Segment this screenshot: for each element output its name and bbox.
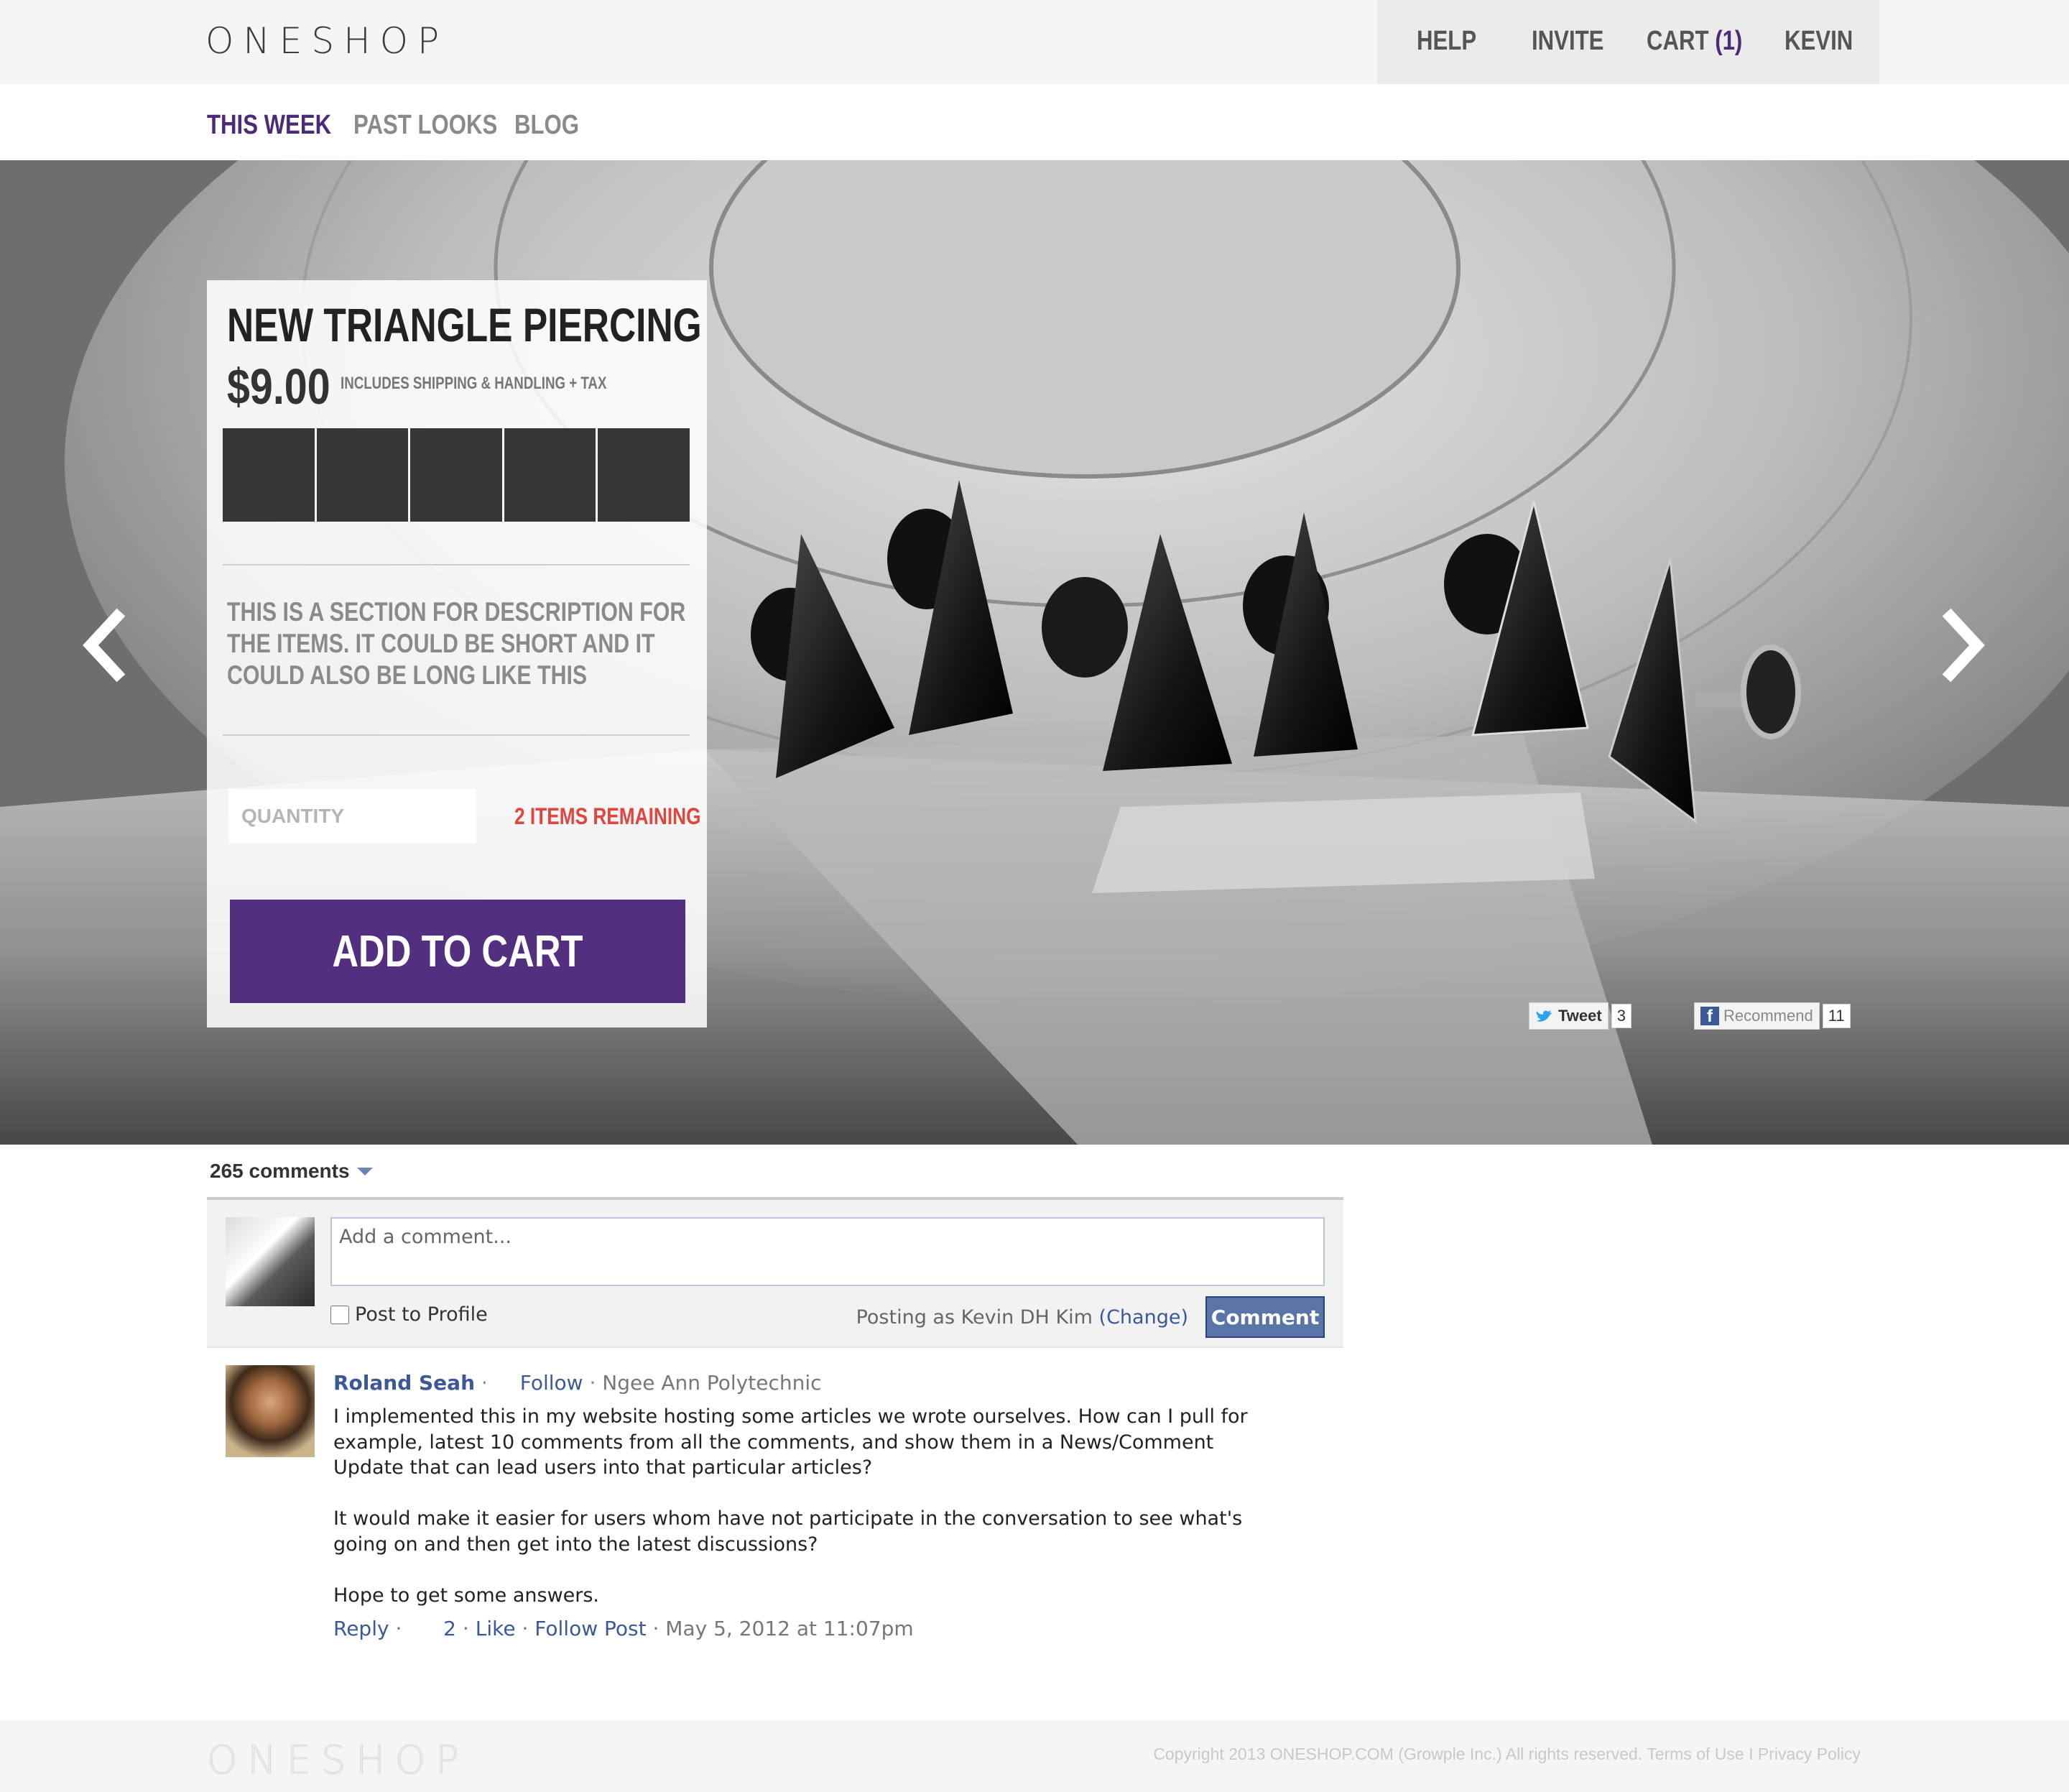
add-to-cart-label: ADD TO CART bbox=[332, 926, 583, 976]
recommend-widget: f Recommend 11 bbox=[1694, 1002, 1851, 1030]
chevron-right-icon bbox=[1942, 608, 1985, 683]
tweet-widget: Tweet 3 bbox=[1529, 1002, 1631, 1030]
quantity-input[interactable] bbox=[228, 789, 476, 844]
cart-count: (1) bbox=[1715, 26, 1743, 56]
comment-actions: Reply · 2 · Like · Follow Post · May 5, … bbox=[333, 1617, 914, 1640]
change-account-link[interactable]: (Change) bbox=[1099, 1306, 1188, 1329]
stock-remaining: 2 ITEMS REMAINING bbox=[514, 803, 701, 829]
divider bbox=[223, 734, 690, 736]
tweet-count: 3 bbox=[1611, 1004, 1631, 1028]
prev-arrow[interactable] bbox=[78, 606, 128, 685]
product-card: NEW TRIANGLE PIERCING $9.00 INCLUDES SHI… bbox=[207, 280, 707, 1027]
comment-submit-button[interactable]: Comment bbox=[1205, 1296, 1325, 1338]
facebook-icon: f bbox=[1700, 1007, 1719, 1025]
comment-body: I implemented this in my website hosting… bbox=[333, 1404, 1289, 1634]
comments-count: 265 comments bbox=[210, 1160, 373, 1183]
tweet-button[interactable]: Tweet bbox=[1529, 1002, 1609, 1030]
post-to-profile[interactable]: Post to Profile bbox=[330, 1303, 488, 1326]
product-description: THIS IS A SECTION FOR DESCRIPTION FOR TH… bbox=[227, 597, 686, 690]
twitter-bird-icon bbox=[1536, 1010, 1552, 1022]
user-nav: HELP INVITE CART (1) KEVIN bbox=[1377, 0, 1879, 84]
comment-input[interactable] bbox=[330, 1217, 1325, 1286]
like-link[interactable]: Like bbox=[476, 1617, 516, 1640]
next-arrow[interactable] bbox=[1940, 606, 1990, 685]
recommend-button[interactable]: f Recommend bbox=[1694, 1002, 1820, 1030]
separator: · bbox=[589, 1371, 596, 1395]
tab-this-week[interactable]: THIS WEEK bbox=[207, 110, 331, 141]
post-to-profile-checkbox[interactable] bbox=[330, 1305, 349, 1324]
comment-affiliation: Ngee Ann Polytechnic bbox=[602, 1371, 822, 1395]
copyright-text: Copyright 2013 ONESHOP.COM (Growple Inc.… bbox=[1153, 1745, 1643, 1763]
nav-invite[interactable]: INVITE bbox=[1532, 26, 1603, 57]
add-to-cart-button[interactable]: ADD TO CART bbox=[230, 900, 685, 1003]
cart-label: CART bbox=[1647, 26, 1709, 56]
separator: · bbox=[462, 1617, 476, 1640]
separator: · bbox=[652, 1617, 666, 1640]
copyright: Copyright 2013 ONESHOP.COM (Growple Inc.… bbox=[1153, 1745, 1861, 1764]
avatar[interactable] bbox=[226, 1365, 315, 1457]
comment-timestamp: May 5, 2012 at 11:07pm bbox=[665, 1617, 914, 1640]
swatch[interactable] bbox=[504, 428, 596, 522]
comment-author[interactable]: Roland Seah bbox=[333, 1371, 475, 1395]
nav-cart[interactable]: CART (1) bbox=[1647, 26, 1742, 57]
chevron-left-icon bbox=[83, 608, 126, 683]
comment-paragraph: I implemented this in my website hosting… bbox=[333, 1405, 1248, 1479]
avatar bbox=[226, 1217, 315, 1306]
nav-help[interactable]: HELP bbox=[1417, 26, 1476, 57]
separator: I bbox=[1749, 1745, 1754, 1763]
sort-dropdown-icon[interactable] bbox=[356, 1167, 373, 1176]
price-note: INCLUDES SHIPPING & HANDLING + TAX bbox=[341, 374, 607, 393]
divider bbox=[223, 564, 690, 565]
privacy-link[interactable]: Privacy Policy bbox=[1758, 1745, 1861, 1763]
product-title: NEW TRIANGLE PIERCING bbox=[227, 298, 702, 351]
recommend-count: 11 bbox=[1822, 1004, 1851, 1028]
swatch[interactable] bbox=[410, 428, 502, 522]
tab-past-looks[interactable]: PAST LOOKS bbox=[353, 110, 497, 141]
hero-banner: NEW TRIANGLE PIERCING $9.00 INCLUDES SHI… bbox=[0, 160, 2069, 1145]
swatch[interactable] bbox=[316, 428, 409, 522]
tab-blog[interactable]: BLOG bbox=[514, 110, 579, 141]
logo[interactable]: ONESHOP bbox=[205, 20, 448, 62]
nav-user[interactable]: KEVIN bbox=[1785, 26, 1853, 57]
comments-count-label: 265 comments bbox=[210, 1160, 350, 1182]
comment-header: Roland Seah · Follow · Ngee Ann Polytech… bbox=[333, 1371, 822, 1395]
top-bar: ONESHOP HELP INVITE CART (1) KEVIN bbox=[0, 0, 2069, 84]
footer-logo[interactable]: ONESHOP bbox=[207, 1737, 469, 1783]
posting-as-label: Posting as Kevin DH Kim bbox=[856, 1306, 1093, 1329]
posting-as: Posting as Kevin DH Kim (Change) bbox=[856, 1306, 1188, 1329]
product-price: $9.00 bbox=[227, 359, 330, 415]
section-nav: THIS WEEK PAST LOOKS BLOG bbox=[0, 84, 2069, 160]
comment-paragraph: Hope to get some answers. bbox=[333, 1584, 600, 1607]
footer: ONESHOP Copyright 2013 ONESHOP.COM (Grow… bbox=[0, 1720, 2069, 1792]
reply-link[interactable]: Reply bbox=[333, 1617, 389, 1640]
separator: · bbox=[481, 1371, 488, 1395]
comment-paragraph: It would make it easier for users whom h… bbox=[333, 1507, 1243, 1556]
swatch-strip bbox=[223, 428, 690, 522]
post-to-profile-label: Post to Profile bbox=[355, 1303, 488, 1326]
separator: · bbox=[395, 1617, 402, 1640]
comment-composer: Post to Profile Posting as Kevin DH Kim … bbox=[207, 1197, 1343, 1348]
swatch[interactable] bbox=[598, 428, 690, 522]
like-count[interactable]: 2 bbox=[443, 1617, 456, 1640]
follow-post-link[interactable]: Follow Post bbox=[534, 1617, 646, 1640]
tweet-label: Tweet bbox=[1558, 1007, 1602, 1025]
follow-author-link[interactable]: Follow bbox=[520, 1371, 583, 1395]
separator: · bbox=[522, 1617, 535, 1640]
swatch[interactable] bbox=[223, 428, 315, 522]
recommend-label: Recommend bbox=[1723, 1007, 1813, 1025]
terms-link[interactable]: Terms of Use bbox=[1647, 1745, 1744, 1763]
